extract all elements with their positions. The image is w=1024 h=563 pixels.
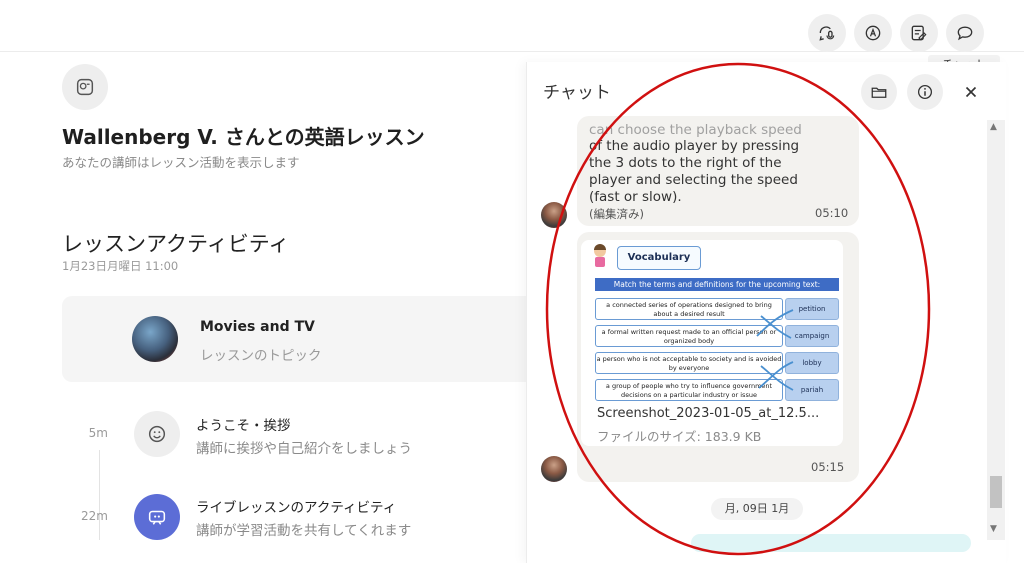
step-title: ようこそ・挨拶 (196, 418, 291, 434)
live-activity-icon (134, 494, 180, 540)
smile-icon (134, 411, 180, 457)
voice-chat-button[interactable] (808, 14, 846, 52)
step-title: ライブレッスンのアクティビティ (196, 500, 397, 516)
folder-icon (871, 87, 887, 98)
files-button[interactable] (861, 74, 897, 110)
edited-label: (編集済み) (589, 207, 644, 221)
message-line: of the audio player by pressing (589, 138, 800, 154)
lesson-icon (62, 64, 108, 110)
message-time: 05:10 (815, 206, 849, 220)
chat-panel: チャット can choose the playback speed of th… (526, 62, 1006, 563)
notes-button[interactable] (900, 14, 938, 52)
message-line: (fast or slow). (589, 189, 682, 205)
activity-title: レッスンアクティビティ (62, 232, 290, 256)
message-time: 05:15 (811, 460, 845, 474)
timeline-line (99, 450, 100, 540)
translate-icon (865, 25, 881, 41)
voice-chat-icon (819, 26, 835, 41)
scroll-up-icon[interactable]: ▲ (990, 122, 997, 132)
info-icon (917, 84, 933, 100)
file-size: ファイルのサイズ: 183.9 KB (597, 429, 762, 444)
message-bubble (691, 534, 971, 552)
chat-button[interactable] (946, 14, 984, 52)
translate-button[interactable] (854, 14, 892, 52)
topic-thumbnail (132, 316, 178, 362)
message-line: the 3 dots to the right of the (589, 155, 782, 171)
step-duration: 5m (88, 426, 108, 440)
page-subtitle: あなたの講師はレッスン活動を表示します (62, 155, 300, 170)
message-line: can choose the playback speed (589, 122, 802, 138)
scroll-down-icon[interactable]: ▼ (990, 524, 997, 534)
close-button[interactable] (953, 74, 989, 110)
avatar (541, 202, 567, 228)
step-duration: 22m (81, 509, 108, 523)
avatar (541, 456, 567, 482)
chat-title: チャット (543, 83, 611, 103)
top-toolbar (0, 0, 1024, 52)
message-line: player and selecting the speed (589, 172, 798, 188)
topic-card[interactable]: Movies and TV レッスンのトピック (62, 296, 542, 382)
notes-icon (911, 25, 927, 41)
step-description: 講師に挨拶や自己紹介をしましょう (196, 441, 412, 457)
date-divider: 月, 09日 1月 (711, 498, 803, 520)
step-description: 講師が学習活動を共有してくれます (196, 523, 412, 539)
activity-date: 1月23日月曜日 11:00 (62, 259, 179, 273)
scrollbar-thumb[interactable] (990, 476, 1002, 508)
info-button[interactable] (907, 74, 943, 110)
topic-label: レッスンのトピック (200, 348, 322, 364)
close-icon (965, 86, 977, 98)
page-title: Wallenberg V. さんとの英語レッスン (62, 125, 425, 149)
chat-icon (957, 26, 973, 41)
topic-name: Movies and TV (200, 319, 315, 335)
file-name[interactable]: Screenshot_2023-01-05_at_12.5... (597, 406, 819, 421)
